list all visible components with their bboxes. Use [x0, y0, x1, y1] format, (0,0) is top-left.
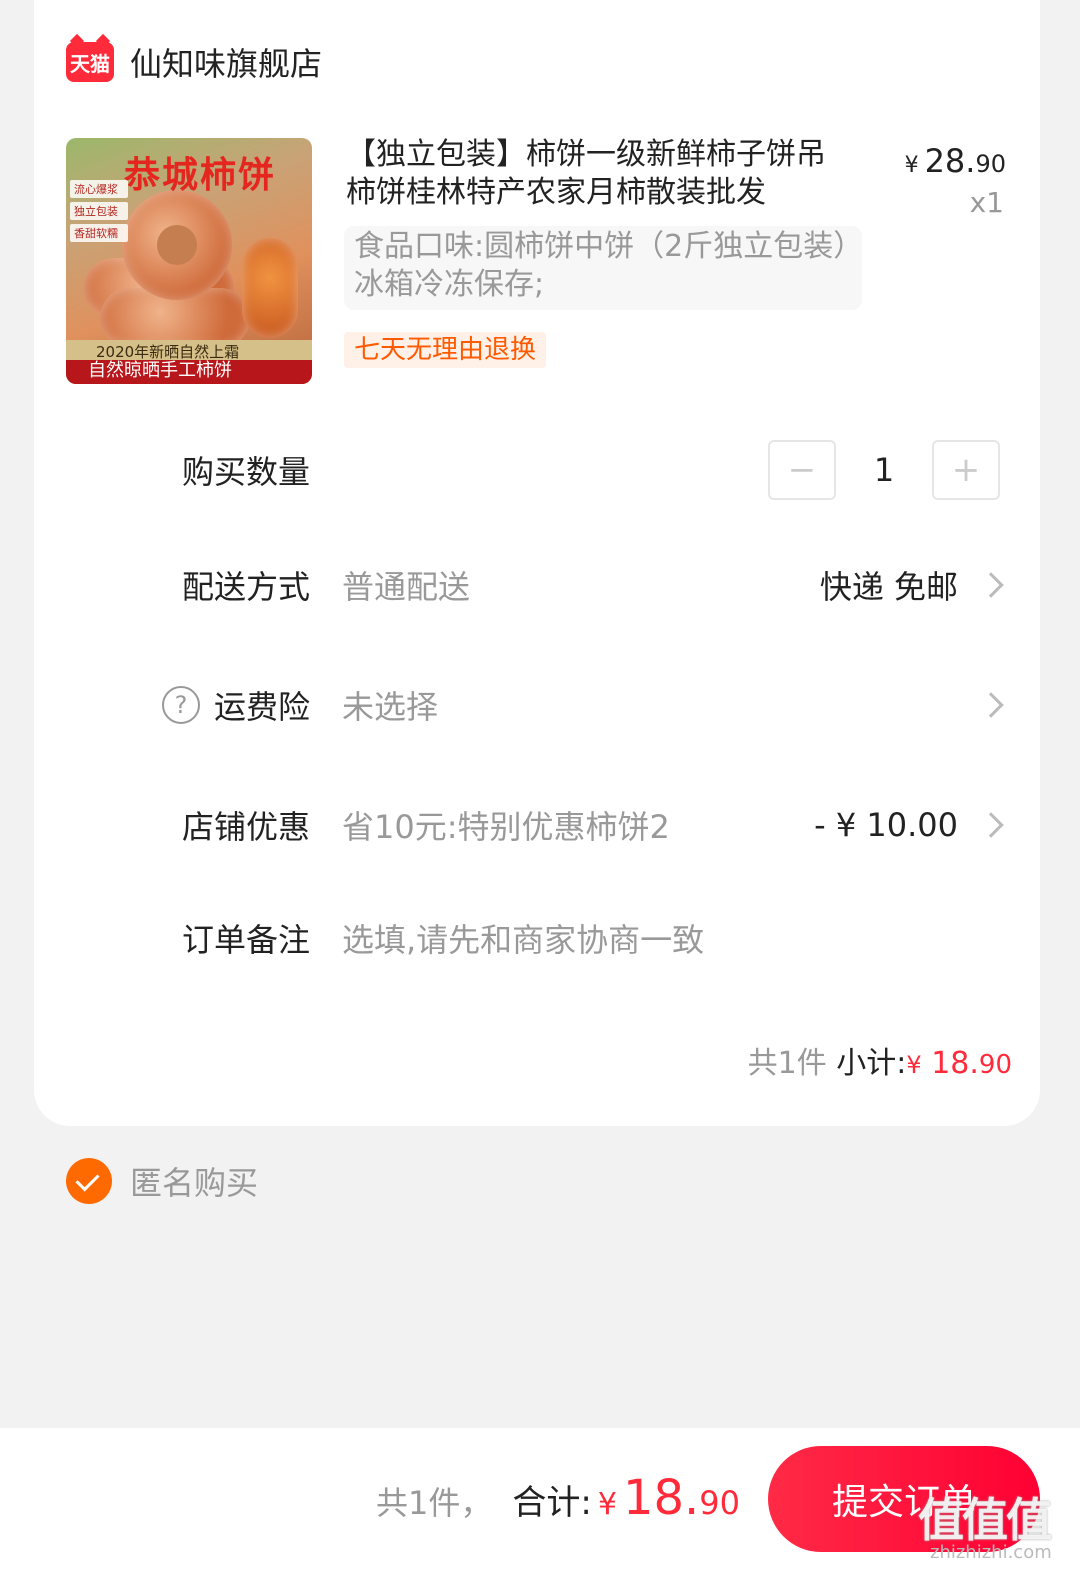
- note-label: 订单备注: [181, 921, 310, 959]
- quantity-row: 购买数量 − 1 +: [34, 440, 1040, 500]
- discount-description: 省10元:特别优惠柿饼2: [342, 808, 670, 846]
- sku-spec: 食品口味:圆柿饼中饼（2斤独立包装）冰箱冷冻保存;: [344, 226, 862, 310]
- insurance-label: 运费险: [213, 688, 310, 726]
- persimmon-graphic: [242, 238, 298, 338]
- total-count: 共1件，: [376, 1484, 493, 1522]
- return-policy-badge: 七天无理由退换: [344, 332, 547, 368]
- image-tag: 流心爆浆: [70, 180, 128, 198]
- delivery-label: 配送方式: [181, 568, 310, 606]
- subtotal-cents: 90: [978, 1050, 1012, 1080]
- image-tag: 独立包装: [70, 202, 128, 220]
- shop-name[interactable]: 仙知味旗舰店: [130, 39, 322, 85]
- watermark-url: zhizhizhi.com: [930, 1542, 1052, 1563]
- product-image[interactable]: 恭城柿饼 流心爆浆 独立包装 香甜软糯 2020年新晒自然上霜 自然晾晒手工柿饼: [66, 138, 312, 384]
- subtotal-int: 18.: [931, 1046, 979, 1081]
- anonymous-label: 匿名购买: [130, 1164, 259, 1202]
- product-price: ¥28.90: [905, 142, 1006, 180]
- product-quantity: x1: [969, 186, 1004, 219]
- discount-amount: - ¥ 10.00: [814, 806, 958, 844]
- discount-label: 店铺优惠: [181, 808, 310, 846]
- persimmon-graphic: [122, 190, 232, 300]
- note-input[interactable]: 选填,请先和商家协商一致: [342, 915, 704, 961]
- image-title: 恭城柿饼: [124, 154, 277, 196]
- watermark-logo: 值值值: [918, 1493, 1052, 1547]
- delivery-row[interactable]: 配送方式 普通配送 快递 免邮: [34, 555, 1040, 615]
- insurance-value: 未选择: [342, 688, 439, 726]
- increment-button[interactable]: +: [932, 440, 1000, 500]
- chevron-right-icon[interactable]: [978, 692, 1004, 718]
- total-cents: 90: [699, 1484, 740, 1522]
- quantity-stepper: − 1 +: [768, 440, 1000, 500]
- image-tags: 流心爆浆 独立包装 香甜软糯: [70, 180, 128, 242]
- order-card: 天猫 仙知味旗舰店 恭城柿饼 流心爆浆 独立包装 香甜软糯 2020年新晒自然上…: [34, 0, 1040, 1126]
- chevron-right-icon[interactable]: [978, 812, 1004, 838]
- total-symbol: ¥: [597, 1487, 617, 1522]
- total-int: 18.: [622, 1470, 700, 1526]
- anonymous-purchase[interactable]: 匿名购买: [66, 1158, 258, 1204]
- chevron-right-icon[interactable]: [978, 572, 1004, 598]
- image-banner-bottom: 自然晾晒手工柿饼: [88, 360, 232, 381]
- image-tag: 香甜软糯: [70, 224, 128, 242]
- shop-header[interactable]: 天猫 仙知味旗舰店: [66, 40, 322, 84]
- product-title[interactable]: 【独立包装】柿饼一级新鲜柿子饼吊柿饼桂林特产农家月柿散装批发: [346, 136, 846, 212]
- discount-row[interactable]: 店铺优惠 省10元:特别优惠柿饼2 - ¥ 10.00: [34, 795, 1040, 855]
- subtotal-label: 小计:: [836, 1046, 907, 1081]
- delivery-method: 普通配送: [342, 568, 471, 606]
- note-row: 订单备注 选填,请先和商家协商一致: [34, 908, 1040, 968]
- order-total: 共1件， 合计: ¥ 18. 90: [376, 1470, 740, 1526]
- decrement-button[interactable]: −: [768, 440, 836, 500]
- subtotal-symbol: ¥: [906, 1051, 922, 1079]
- price-int: 28.: [924, 142, 976, 180]
- help-icon[interactable]: ?: [161, 686, 200, 724]
- insurance-label-group: ? 运费险: [161, 682, 310, 728]
- total-label: 合计:: [512, 1483, 592, 1523]
- subtotal: 共1件 小计:¥ 18.90: [748, 1038, 1012, 1082]
- checkmark-icon[interactable]: [66, 1158, 112, 1204]
- quantity-label: 购买数量: [181, 453, 310, 491]
- subtotal-count: 共1件: [747, 1046, 827, 1081]
- price-symbol: ¥: [904, 153, 919, 178]
- quantity-value[interactable]: 1: [836, 451, 932, 489]
- tmall-logo-icon: 天猫: [66, 42, 114, 82]
- price-cents: 90: [975, 150, 1006, 178]
- delivery-fee: 快递 免邮: [819, 568, 958, 606]
- insurance-row[interactable]: ? 运费险 未选择: [34, 675, 1040, 735]
